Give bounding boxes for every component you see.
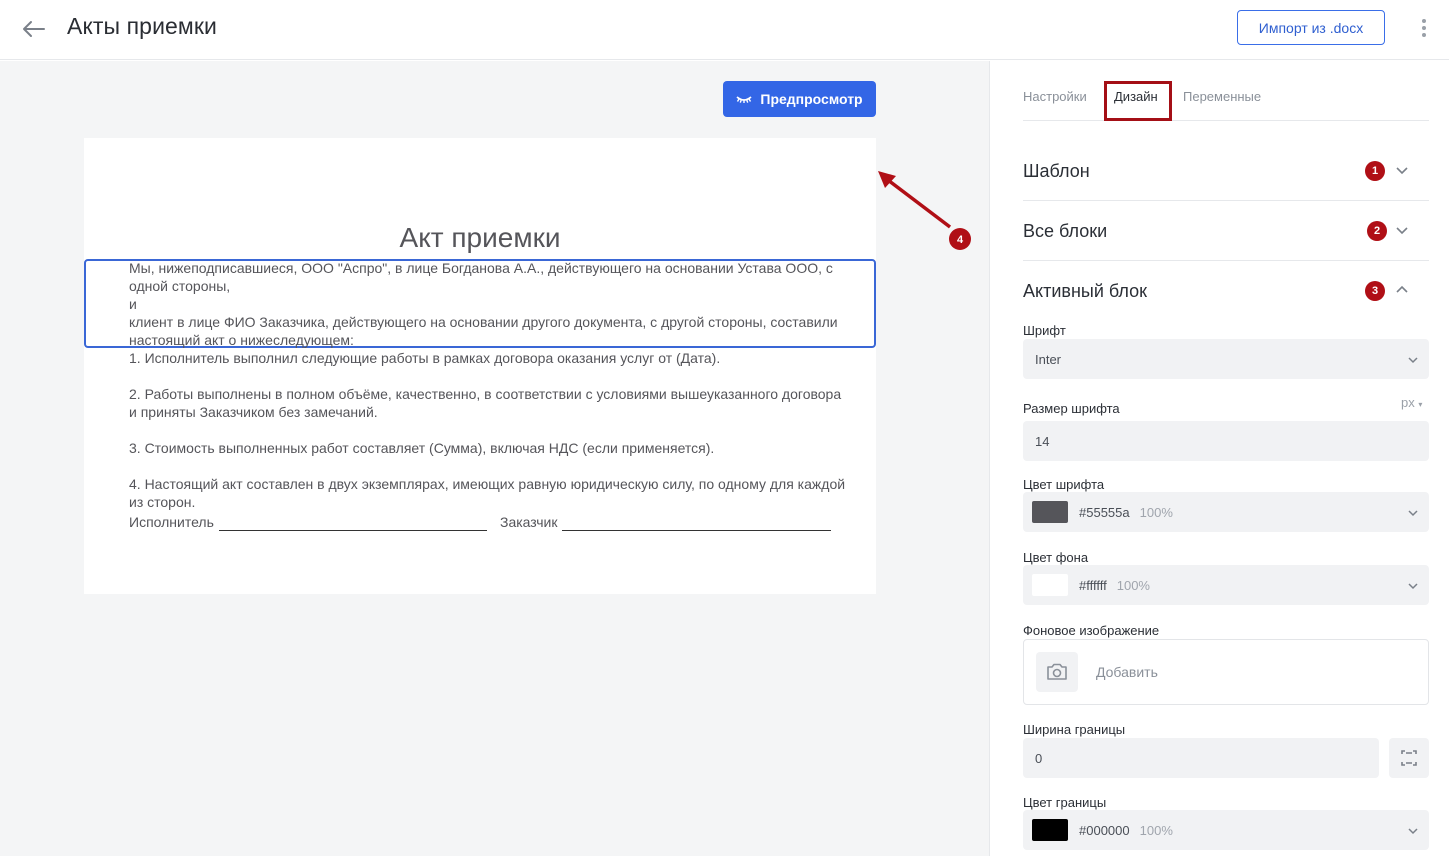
border-color-opacity: 100% (1139, 822, 1173, 838)
bg-color-swatch (1032, 574, 1068, 596)
signature-executor-label: Исполнитель (129, 514, 214, 530)
clause-1[interactable]: 1. Исполнитель выполнил следующие работы… (129, 349, 849, 367)
clause-3[interactable]: 3. Стоимость выполненных работ составляе… (129, 439, 849, 457)
bg-color-picker[interactable]: #ffffff 100% (1023, 565, 1429, 605)
eye-closed-icon (736, 96, 752, 103)
border-width-label: Ширина границы (1023, 722, 1126, 737)
bg-image-upload[interactable]: Добавить (1023, 639, 1429, 705)
section-template-title: Шаблон (1023, 161, 1090, 181)
import-docx-button[interactable]: Импорт из .docx (1237, 10, 1385, 45)
chevron-down-icon (1408, 510, 1418, 517)
camera-icon (1036, 652, 1078, 692)
chevron-down-icon[interactable] (1395, 163, 1409, 177)
font-select[interactable]: Inter (1023, 339, 1429, 379)
section-all-blocks[interactable]: Все блоки 2 (1023, 201, 1429, 261)
design-panel: Настройки Дизайн Переменные Шаблон 1 Все… (989, 61, 1449, 856)
font-size-unit-value: px (1401, 395, 1415, 410)
border-color-label: Цвет границы (1023, 795, 1107, 810)
font-color-swatch (1032, 501, 1068, 523)
app-header: Акты приемки Импорт из .docx (0, 0, 1449, 60)
bg-color-value: #ffffff (1079, 577, 1107, 593)
tab-variables[interactable]: Переменные (1183, 89, 1261, 104)
chevron-up-icon[interactable] (1395, 283, 1409, 297)
more-menu-icon[interactable] (1414, 16, 1434, 40)
chevron-down-icon[interactable] (1395, 223, 1409, 237)
panel-tabs: Настройки Дизайн Переменные (1023, 81, 1429, 121)
section-active-block-title: Активный блок (1023, 281, 1147, 301)
bg-color-opacity: 100% (1116, 577, 1150, 593)
bg-image-add-label: Добавить (1096, 664, 1158, 680)
border-width-input[interactable]: 0 (1023, 738, 1379, 778)
chevron-down-icon (1408, 583, 1418, 590)
document-title[interactable]: Акт приемки (84, 222, 876, 254)
font-color-label: Цвет шрифта (1023, 477, 1105, 492)
conjunction-text[interactable]: и (129, 295, 849, 313)
font-size-unit-select[interactable]: px ▾ (1401, 395, 1422, 410)
section-active-block[interactable]: Активный блок 3 (1023, 261, 1429, 321)
customer-signature-line (562, 530, 831, 531)
page-title: Акты приемки (67, 13, 217, 39)
client-paragraph[interactable]: клиент в лице ФИО Заказчика, действующег… (129, 313, 849, 349)
border-sides-icon[interactable] (1389, 738, 1429, 778)
clause-4[interactable]: 4. Настоящий акт составлен в двух экземп… (129, 475, 849, 511)
document-page: Акт приемки Мы, нижеподписавшиеся, ООО "… (84, 138, 876, 594)
back-arrow-icon[interactable] (18, 15, 48, 43)
preview-button-label: Предпросмотр (760, 91, 863, 107)
section-all-blocks-title: Все блоки (1023, 221, 1108, 241)
clause-2[interactable]: 2. Работы выполнены в полном объёме, кач… (129, 385, 849, 421)
border-color-picker[interactable]: #000000 100% (1023, 810, 1429, 850)
annotation-badge-1: 1 (1365, 161, 1385, 181)
bg-image-label: Фоновое изображение (1023, 623, 1160, 638)
font-size-label: Размер шрифта (1023, 401, 1120, 416)
preview-button[interactable]: Предпросмотр (723, 81, 876, 117)
annotation-badge-3: 3 (1365, 281, 1385, 301)
font-color-value: #55555a (1079, 504, 1130, 520)
tab-settings[interactable]: Настройки (1023, 89, 1087, 104)
executor-signature-line (219, 530, 487, 531)
font-select-value: Inter (1035, 351, 1062, 367)
annotation-badge-4: 4 (957, 234, 964, 246)
chevron-down-icon (1408, 828, 1418, 835)
bg-color-label: Цвет фона (1023, 550, 1089, 565)
annotation-arrow-icon: 4 (878, 171, 971, 250)
font-color-picker[interactable]: #55555a 100% (1023, 492, 1429, 532)
font-color-opacity: 100% (1139, 504, 1173, 520)
annotation-badge-2: 2 (1367, 221, 1387, 241)
border-width-value: 0 (1035, 750, 1043, 766)
caret-down-icon: ▾ (1418, 400, 1423, 409)
border-color-value: #000000 (1079, 822, 1130, 838)
font-size-value: 14 (1035, 433, 1050, 449)
chevron-down-icon (1408, 357, 1418, 364)
border-color-swatch (1032, 819, 1068, 841)
tab-design-highlight (1104, 81, 1172, 121)
intro-paragraph[interactable]: Мы, нижеподписавшиеся, ООО "Аспро", в ли… (129, 259, 849, 295)
section-template[interactable]: Шаблон 1 (1023, 141, 1429, 201)
signature-customer-label: Заказчик (500, 514, 558, 530)
font-label: Шрифт (1023, 323, 1066, 338)
editor-canvas: Предпросмотр Акт приемки Мы, нижеподписа… (0, 61, 989, 856)
font-size-input[interactable]: 14 (1023, 421, 1429, 461)
